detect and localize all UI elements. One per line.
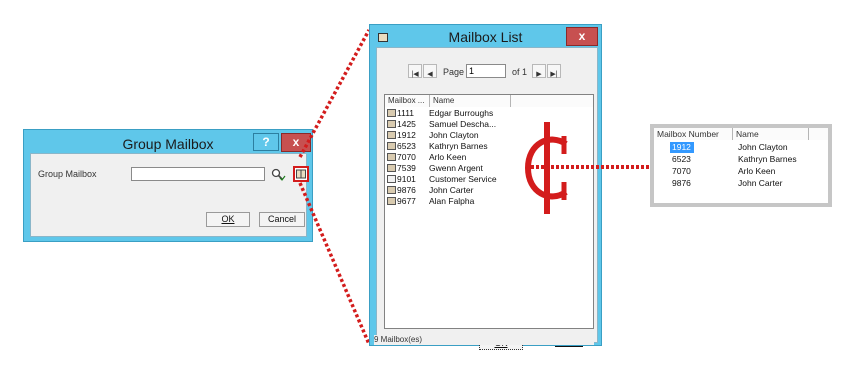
mailbox-icon (387, 108, 396, 117)
zoom-header-mailbox: Mailbox Number (654, 128, 733, 140)
list-item[interactable]: 7539 Gwenn Argent (385, 163, 483, 174)
mailbox-name: Gwenn Argent (429, 163, 483, 173)
status-bar: 9 Mailbox(es) (374, 335, 594, 345)
mailbox-number: 9677 (397, 196, 416, 206)
mailbox-number: 1425 (397, 119, 416, 129)
mailbox-number: 1111 (397, 108, 415, 118)
mailbox-icon (387, 119, 396, 128)
zoom-row: 6523 Kathryn Barnes (654, 154, 828, 165)
last-page-icon: ▶| (550, 71, 558, 78)
zoom-header-name: Name (733, 128, 809, 140)
list-item[interactable]: 1912 John Clayton (385, 130, 479, 141)
mailbox-name: Customer Service (429, 174, 497, 184)
mailbox-icon (387, 130, 396, 139)
mailbox-name: Arlo Keen (429, 152, 467, 162)
page-label: Page (443, 67, 465, 77)
mailbox-number: 6523 (397, 141, 416, 151)
list-item[interactable]: 9101 Customer Service (385, 174, 497, 185)
list-item[interactable]: 1425 Samuel Descha... (385, 119, 496, 130)
zoom-name: Arlo Keen (738, 166, 776, 176)
last-page-button[interactable]: ▶| (547, 64, 561, 78)
zoom-name: John Carter (738, 178, 783, 188)
mailbox-name: Edgar Burroughs (429, 108, 494, 118)
mailbox-number: 9101 (397, 174, 416, 184)
mailbox-number: 7539 (397, 163, 416, 173)
list-item[interactable]: 7070 Arlo Keen (385, 152, 466, 163)
mailbox-icon (387, 196, 396, 205)
column-header-name[interactable]: Name (430, 95, 511, 107)
column-header-mailbox[interactable]: Mailbox ... (385, 95, 430, 107)
zoom-mailbox-selected: 1912 (670, 142, 694, 153)
page-count-label: of 1 (512, 67, 528, 77)
list-close-button[interactable]: x (566, 27, 598, 46)
zoom-row: 7070 Arlo Keen (654, 166, 828, 177)
first-page-icon: |◀ (411, 71, 419, 78)
mailbox-name: Kathryn Barnes (429, 141, 488, 151)
mailbox-name: Samuel Descha... (429, 119, 497, 129)
mailbox-icon (387, 163, 396, 172)
first-page-button[interactable]: |◀ (408, 64, 422, 78)
zoom-row: 1912 John Clayton (654, 142, 828, 153)
list-item[interactable]: 6523 Kathryn Barnes (385, 141, 488, 152)
column-header-filler (511, 95, 593, 107)
mailbox-icon (387, 141, 396, 150)
prev-page-icon: ◀ (427, 71, 433, 78)
next-page-icon: ▶ (536, 71, 542, 78)
zoom-mailbox: 7070 (672, 166, 691, 176)
mailbox-number: 1912 (397, 130, 416, 140)
zoom-name: John Clayton (738, 142, 788, 152)
mailbox-name: John Carter (429, 185, 474, 195)
mailbox-icon (387, 185, 396, 194)
page-input[interactable] (466, 64, 506, 78)
mailbox-icon (387, 152, 396, 161)
mailbox-number: 7070 (397, 152, 416, 162)
zoom-table: Mailbox Number Name 1912 John Clayton 652… (654, 128, 828, 203)
next-page-button[interactable]: ▶ (532, 64, 546, 78)
zoom-name: Kathryn Barnes (738, 154, 797, 164)
annotation-dotted-line (531, 165, 656, 169)
mailbox-number: 9876 (397, 185, 416, 195)
mailbox-name: Alan Falpha (429, 196, 475, 206)
zoom-header-filler (809, 128, 828, 140)
mailbox-icon (387, 174, 396, 183)
list-item[interactable]: 1111 Edgar Burroughs (385, 108, 493, 119)
zoom-mailbox: 9876 (672, 178, 691, 188)
prev-page-button[interactable]: ◀ (423, 64, 437, 78)
zoom-row: 9876 John Carter (654, 178, 828, 189)
mailbox-name: John Clayton (429, 130, 479, 140)
zoom-mailbox: 6523 (672, 154, 691, 164)
list-item[interactable]: 9876 John Carter (385, 185, 473, 196)
zoom-table-callout: Mailbox Number Name 1912 John Clayton 652… (650, 124, 832, 207)
list-item[interactable]: 9677 Alan Falpha (385, 196, 474, 207)
